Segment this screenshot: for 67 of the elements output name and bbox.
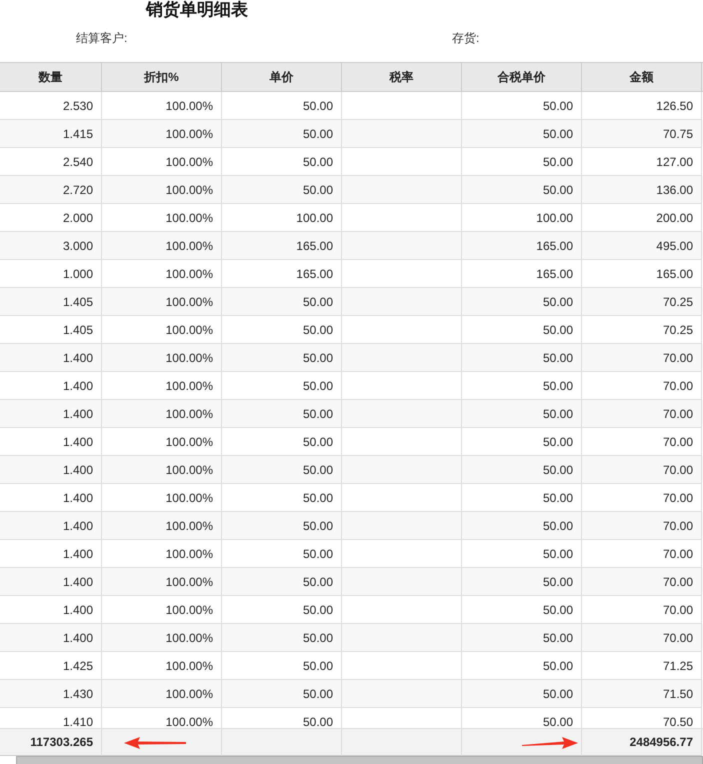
table-cell: 50.00 (222, 176, 342, 204)
table-cell: 50.00 (222, 344, 342, 372)
table-cell: 50.00 (462, 344, 582, 372)
table-cell: 136.00 (582, 176, 702, 204)
report-title: 销货单明细表 (144, 0, 249, 21)
table-cell: 50.00 (462, 400, 582, 428)
table-cell: 100.00% (102, 288, 222, 316)
table-cell: 495.00 (582, 232, 702, 260)
table-cell: 1.400 (0, 400, 102, 428)
table-cell: 71.50 (582, 680, 702, 708)
table-cell: 1.400 (0, 456, 102, 484)
table-cell: 50.00 (462, 624, 582, 652)
table-cell: 100.00% (102, 624, 222, 652)
table-cell: 1.400 (0, 568, 102, 596)
table-cell: 1.405 (0, 288, 102, 316)
filter-label: 存货: (452, 30, 480, 47)
table-cell: 100.00% (102, 680, 222, 708)
column-header[interactable]: 折扣% (102, 63, 222, 91)
table-cell: 50.00 (222, 624, 342, 652)
table-cell: 100.00% (102, 456, 222, 484)
table-cell: 1.415 (0, 120, 102, 148)
column-header[interactable]: 金额 (582, 63, 702, 91)
table-cell: 50.00 (462, 288, 582, 316)
table-cell: 100.00% (102, 232, 222, 260)
column-header[interactable]: 税率 (342, 63, 462, 91)
table-cell: 50.00 (222, 400, 342, 428)
table-cell: 100.00% (102, 568, 222, 596)
scrollbar[interactable] (16, 756, 703, 764)
table-cell: 50.00 (222, 456, 342, 484)
filter-label: 结算客户: (76, 30, 128, 47)
table-cell: 70.00 (582, 400, 702, 428)
table-cell: 1.400 (0, 624, 102, 652)
table-cell: 70.25 (582, 288, 702, 316)
table-cell: 50.00 (222, 120, 342, 148)
table-cell: 50.00 (222, 568, 342, 596)
table-cell: 3.000 (0, 232, 102, 260)
table-cell: 100.00% (102, 512, 222, 540)
table-cell: 100.00% (102, 400, 222, 428)
table-cell: 50.00 (462, 568, 582, 596)
table-cell: 2.720 (0, 176, 102, 204)
table-cell: 70.75 (582, 120, 702, 148)
table-cell: 50.00 (222, 512, 342, 540)
table-cell: 50.00 (462, 176, 582, 204)
table-cell: 70.00 (582, 568, 702, 596)
table-cell: 1.430 (0, 680, 102, 708)
table-cell: 100.00% (102, 120, 222, 148)
table-cell: 50.00 (462, 680, 582, 708)
table-cell: 70.00 (582, 512, 702, 540)
table-cell: 50.00 (222, 288, 342, 316)
column-header[interactable]: 单价 (222, 63, 342, 91)
table-cell: 165.00 (222, 232, 342, 260)
arrow-icon (124, 737, 186, 749)
table-cell: 50.00 (462, 120, 582, 148)
table-cell: 70.00 (582, 344, 702, 372)
table-cell: 70.00 (582, 456, 702, 484)
arrow-icon (522, 737, 578, 749)
table-cell: 50.00 (462, 456, 582, 484)
table-cell: 1.400 (0, 344, 102, 372)
table-cell: 50.00 (462, 512, 582, 540)
table-cell: 100.00% (102, 176, 222, 204)
column-header[interactable]: 数量 (0, 63, 102, 91)
table-cell: 165.00 (462, 232, 582, 260)
table-cell: 1.400 (0, 512, 102, 540)
table-cell: 70.00 (582, 624, 702, 652)
table-cell: 100.00% (102, 344, 222, 372)
table-cell: 50.00 (222, 680, 342, 708)
column-header[interactable]: 合税单价 (462, 63, 582, 91)
